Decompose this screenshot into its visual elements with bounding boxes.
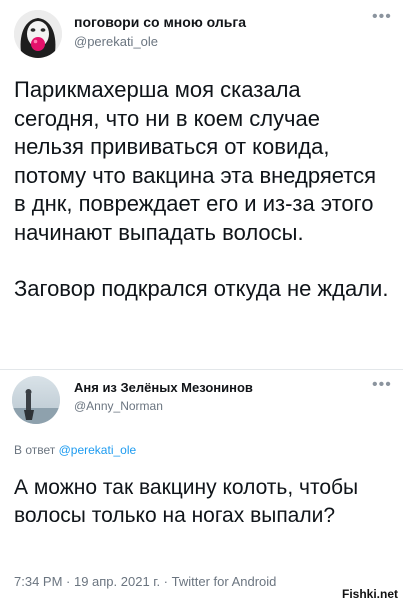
reply-tweet: Аня из Зелёных Мезонинов @Anny_Norman ••… <box>0 370 403 604</box>
display-name[interactable]: поговори со мною ольга <box>74 14 246 30</box>
user-avatar[interactable] <box>14 10 62 58</box>
tweet-paragraph: Заговор подкрался откуда не ждали. <box>14 276 389 301</box>
tweet-paragraph: Парикмахерша моя сказала сегодня, что ни… <box>14 77 377 245</box>
reply-text: А можно так вакцину колоть, чтобы волосы… <box>14 476 359 527</box>
tweet-text: Парикмахерша моя сказала сегодня, что ни… <box>14 76 390 304</box>
replying-to: В ответ @perekati_ole <box>14 443 136 457</box>
ellipsis-icon[interactable]: ••• <box>372 376 392 394</box>
user-handle[interactable]: @Anny_Norman <box>74 399 163 413</box>
tweet-metadata: 7:34 PM · 19 апр. 2021 г. · Twitter for … <box>14 574 277 589</box>
avatar-photo <box>12 376 60 424</box>
original-tweet: поговори со мною ольга @perekati_ole •••… <box>0 0 403 370</box>
mention-link[interactable]: @perekati_ole <box>59 443 137 457</box>
user-avatar[interactable] <box>12 376 60 424</box>
replying-prefix: В ответ <box>14 443 56 457</box>
watermark: Fishki.net <box>338 586 401 602</box>
user-handle[interactable]: @perekati_ole <box>74 34 158 49</box>
ellipsis-icon[interactable]: ••• <box>372 8 392 26</box>
avatar-image <box>14 10 62 58</box>
display-name[interactable]: Аня из Зелёных Мезонинов <box>74 380 253 395</box>
